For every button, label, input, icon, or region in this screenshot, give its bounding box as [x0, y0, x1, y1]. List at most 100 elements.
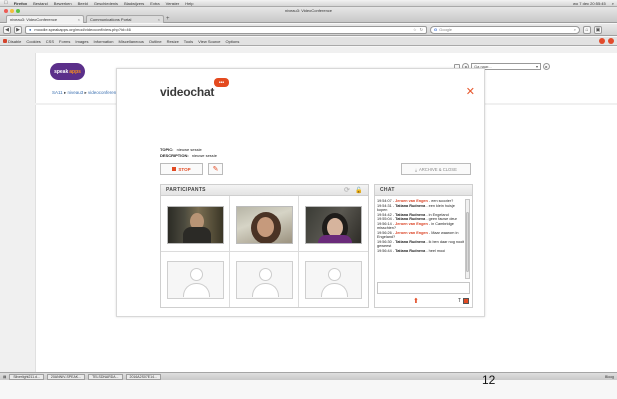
- new-tab-icon[interactable]: +: [166, 15, 170, 23]
- videochat-panel: videochat ••• ✕ TOPIC: nieuwe sessie DES…: [116, 68, 485, 317]
- chat-input[interactable]: [377, 282, 470, 294]
- bookmark-star-icon[interactable]: ☆: [413, 27, 417, 32]
- person-placeholder-icon: [190, 267, 203, 281]
- error-icon[interactable]: [599, 38, 605, 44]
- menu-item-bewerken[interactable]: Bewerken: [54, 1, 72, 6]
- send-icon[interactable]: ⬆: [413, 297, 419, 305]
- participant-video[interactable]: [167, 206, 224, 244]
- breadcrumb-sa11[interactable]: SA11: [52, 90, 63, 95]
- chat-message: 19:56:30 - Tatiana Rudneva - ik ben daar…: [377, 239, 465, 249]
- menu-item-extra[interactable]: Extra: [150, 1, 159, 6]
- chat-log[interactable]: 19:54:07 - Jeroen van Engen - een scoote…: [377, 199, 465, 279]
- spotlight-icon[interactable]: ⌕: [612, 1, 614, 6]
- bookmark-information[interactable]: Information: [94, 39, 114, 44]
- chat-sender: Jeroen van Engen: [395, 221, 428, 226]
- menu-item-venster[interactable]: Venster: [166, 1, 180, 6]
- menu-app-firefox[interactable]: Firefox: [14, 1, 27, 6]
- archive-close-button[interactable]: ⤓ ARCHIVE & CLOSE: [401, 163, 471, 175]
- forward-button[interactable]: ▶: [14, 25, 22, 34]
- participant-slot: [161, 251, 230, 307]
- scrollbar-thumb[interactable]: [466, 212, 469, 272]
- menu-item-help[interactable]: Help: [185, 1, 193, 6]
- tab-videoconference[interactable]: niveau3: VideoConference ×: [6, 15, 84, 23]
- chat-text: in Engeland: [428, 212, 449, 217]
- breadcrumb-niveau3[interactable]: niveau3: [67, 90, 83, 95]
- body: [318, 235, 352, 243]
- chat-scrollbar[interactable]: [465, 199, 470, 279]
- site-identity-icon[interactable]: ●: [29, 27, 31, 32]
- home-button[interactable]: ⌂: [583, 25, 591, 34]
- bookmark-tools[interactable]: Tools: [184, 39, 193, 44]
- menu-item-bladwijzers[interactable]: Bladwijzers: [124, 1, 144, 6]
- url-bar[interactable]: ● moodle.speakapps.org/mod/videoconf/vie…: [25, 25, 427, 34]
- nav-forward-icon[interactable]: ▸: [543, 63, 550, 70]
- download-icon: ⤓: [415, 166, 417, 172]
- color-picker-button[interactable]: [463, 298, 469, 304]
- stop-icon: [172, 167, 177, 171]
- bookmark-view-source[interactable]: View Source: [198, 39, 220, 44]
- bookmark-images[interactable]: Images: [75, 39, 88, 44]
- close-icon[interactable]: ✕: [466, 85, 475, 98]
- empty-participant-slot: [167, 260, 224, 299]
- bookmark-outline[interactable]: Outline: [149, 39, 162, 44]
- stop-button[interactable]: STOP: [160, 163, 203, 175]
- close-tab-icon[interactable]: ×: [158, 17, 160, 22]
- text-format-button[interactable]: T: [458, 298, 461, 304]
- download-item[interactable]: TELSDNARDA...: [88, 373, 123, 380]
- bookmark-cookies[interactable]: Cookies: [26, 39, 40, 44]
- bookmark-miscellaneous[interactable]: Miscellaneous: [119, 39, 144, 44]
- topic-value: nieuwe sessie: [176, 147, 202, 152]
- screen:  Firefox Bestand Bewerken Beeld Geschie…: [0, 0, 617, 399]
- bookmark-resize[interactable]: Resize: [167, 39, 179, 44]
- person-placeholder-icon: [328, 267, 341, 281]
- microphone-icon: ✎: [212, 166, 219, 173]
- chat-sender: Tatiana Rudneva: [395, 248, 426, 253]
- downloads-right-label: Bloog: [605, 374, 614, 379]
- chat-sender: Tatiana Rudneva: [395, 212, 426, 217]
- menu-item-bestand[interactable]: Bestand: [33, 1, 48, 6]
- chat-tools: ⬆ T: [375, 295, 472, 307]
- tab-strip: niveau3: VideoConference × Communication…: [6, 15, 170, 23]
- chat-time: 19:54:31: [377, 203, 392, 208]
- participant-grid: [161, 196, 368, 307]
- toolbar-status-icons: [599, 38, 614, 44]
- unlock-icon[interactable]: 🔓: [355, 187, 363, 194]
- participant-slot: [299, 196, 368, 252]
- addon-button[interactable]: ▣: [594, 25, 602, 34]
- chat-time: 19:54:42: [377, 212, 392, 217]
- participants-label: PARTICIPANTS: [166, 187, 206, 193]
- person-placeholder-icon: [259, 267, 272, 281]
- download-item[interactable]: 2016A2S07E14...: [125, 373, 161, 380]
- downloads-icon[interactable]: ▤: [3, 375, 6, 379]
- participant-video[interactable]: [305, 206, 362, 244]
- download-item[interactable]: 20ANNIV-SPEAK...: [46, 373, 86, 380]
- person-placeholder-body: [321, 282, 348, 297]
- participant-video[interactable]: [236, 206, 293, 244]
- menu-item-beeld[interactable]: Beeld: [78, 1, 88, 6]
- search-icon[interactable]: ⌕: [574, 27, 576, 32]
- speakapps-logo[interactable]: speak apps: [50, 63, 85, 80]
- chat-message: 19:56:44 - Tatiana Rudneva - heel mooi: [377, 248, 446, 253]
- refresh-icon[interactable]: ⟳: [344, 186, 350, 194]
- chat-time: 19:56:30: [377, 239, 392, 244]
- tab-communications-portal[interactable]: Communications Portal ×: [86, 15, 164, 23]
- bookmark-options[interactable]: Options: [226, 39, 240, 44]
- person-placeholder-body: [252, 282, 279, 297]
- close-tab-icon[interactable]: ×: [78, 17, 80, 22]
- bookmark-css[interactable]: CSS: [46, 39, 54, 44]
- participant-slot: [161, 196, 230, 252]
- search-bar[interactable]: G Google ⌕: [430, 25, 580, 34]
- url-text: moodle.speakapps.org/mod/videoconf/view.…: [34, 27, 131, 32]
- warning-icon[interactable]: [608, 38, 614, 44]
- chat-message: 19:56:26 - Jeroen van Engen - Maar waaro…: [377, 230, 459, 240]
- back-button[interactable]: ◀: [3, 25, 11, 34]
- download-item[interactable]: Silverlight211.d...: [9, 373, 44, 380]
- google-icon[interactable]: G: [434, 27, 437, 32]
- microphone-button[interactable]: ✎: [208, 163, 223, 175]
- clock[interactable]: wo 7 dec 20:55:45: [573, 1, 606, 6]
- menu-item-geschiedenis[interactable]: Geschiedenis: [94, 1, 118, 6]
- bookmark-disable[interactable]: Disable: [3, 39, 21, 44]
- bookmark-forms[interactable]: Forms: [59, 39, 70, 44]
- reload-icon[interactable]: ↻: [420, 27, 423, 32]
- apple-menu-icon[interactable]: : [4, 0, 8, 6]
